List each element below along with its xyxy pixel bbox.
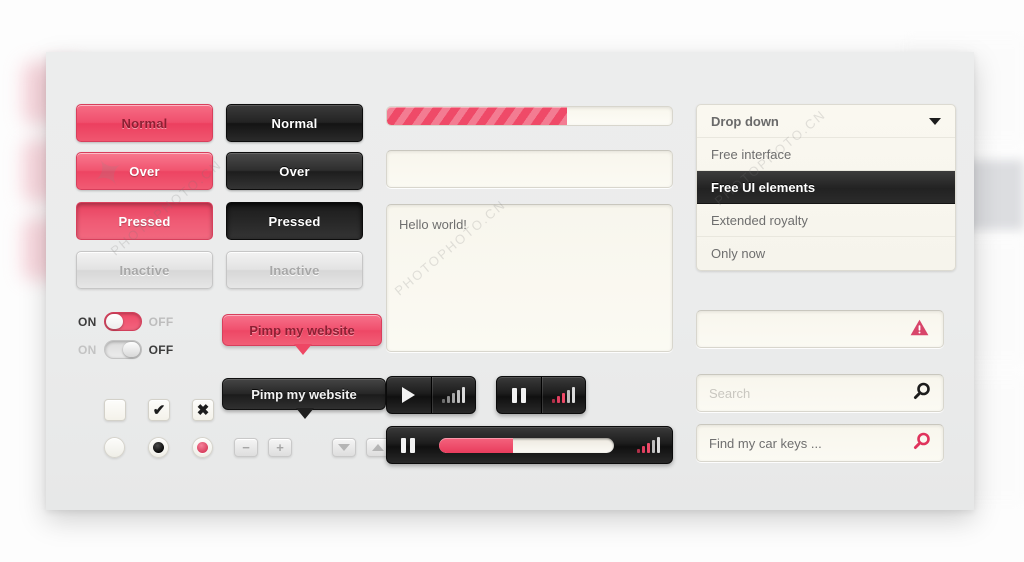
error-input[interactable]: [696, 310, 944, 348]
dropdown-header[interactable]: Drop down: [697, 105, 955, 138]
button-label: Inactive: [119, 262, 170, 278]
search-input[interactable]: Search: [696, 374, 944, 412]
play-button[interactable]: [387, 377, 431, 413]
checkbox-crossed[interactable]: ✖: [192, 399, 214, 421]
dropdown-item-label: Free UI elements: [711, 179, 816, 195]
equalizer-pink[interactable]: [541, 377, 585, 413]
inputs-column: Hello world!: [386, 52, 696, 510]
button-dark-normal[interactable]: Normal: [226, 104, 363, 142]
button-label: Inactive: [269, 262, 320, 278]
button-label: Over: [129, 163, 160, 179]
pause-icon: [511, 387, 526, 403]
player-track[interactable]: [439, 437, 614, 453]
magnifier-icon[interactable]: [912, 432, 931, 454]
toggle-switch-off[interactable]: [103, 340, 142, 359]
button-label: Normal: [271, 115, 318, 131]
warning-triangle-icon: [910, 319, 929, 339]
radio-pink[interactable]: [192, 437, 213, 458]
textarea[interactable]: Hello world!: [386, 204, 673, 352]
dropdown-item-free-interface[interactable]: Free interface: [697, 138, 955, 171]
toggle-off-label: OFF: [148, 314, 174, 329]
equalizer-pink[interactable]: [624, 427, 672, 463]
pause-icon: [401, 437, 415, 453]
tooltip-dark[interactable]: Pimp my website: [222, 378, 386, 419]
dropdown-item-label: Only now: [711, 246, 766, 261]
dropdown-item-only-now[interactable]: Only now: [697, 237, 955, 270]
radio-dot: [153, 442, 164, 453]
tooltip-pink[interactable]: Pimp my website: [222, 314, 382, 355]
find-input-value: Find my car keys ...: [709, 435, 822, 451]
player-track-fill: [439, 437, 513, 453]
dropdown-item-label: Free interface: [711, 146, 792, 162]
tooltip-label: Pimp my website: [249, 322, 355, 338]
dropdown-item-label: Extended royalty: [711, 212, 808, 228]
toggle-row-off: ON OFF: [78, 340, 174, 359]
spinner-down-button[interactable]: [332, 438, 356, 457]
dropdown-list: Drop down Free interface Free UI element…: [696, 104, 956, 271]
text-input[interactable]: [386, 150, 673, 188]
tooltip-tail: [296, 408, 314, 419]
equalizer-icon: [441, 387, 465, 403]
play-icon: [402, 387, 416, 403]
button-label: Pressed: [268, 213, 321, 229]
check-icon: ✔: [152, 402, 166, 419]
pause-button[interactable]: [387, 427, 429, 463]
pause-button[interactable]: [497, 377, 541, 413]
button-pink-pressed[interactable]: Pressed: [76, 202, 213, 240]
search-input-placeholder: Search: [709, 385, 751, 401]
player-wide: [386, 426, 673, 464]
equalizer-grey[interactable]: [431, 377, 475, 413]
player-pause: [496, 376, 586, 414]
find-input[interactable]: Find my car keys ...: [696, 424, 944, 462]
button-label: Pressed: [118, 213, 171, 229]
checkbox-checked[interactable]: ✔: [148, 399, 170, 421]
equalizer-icon: [636, 437, 660, 453]
buttons-column: Normal Over Pressed Inactive Normal Over…: [76, 52, 396, 510]
button-label: Over: [279, 163, 310, 179]
stepper-plus-button[interactable]: +: [268, 438, 292, 457]
equalizer-icon: [551, 387, 575, 403]
chevron-down-icon: [929, 117, 941, 125]
magnifier-icon[interactable]: [912, 382, 931, 404]
toggle-on-label: ON: [78, 342, 97, 357]
tooltip-tail: [294, 344, 312, 355]
dropdown-column: Drop down Free interface Free UI element…: [696, 52, 956, 510]
toggle-row-on: ON OFF: [78, 312, 174, 331]
toggle-on-label: ON: [78, 314, 97, 329]
button-dark-over[interactable]: Over: [226, 152, 363, 190]
textarea-value: Hello world!: [399, 217, 467, 232]
button-dark-pressed[interactable]: Pressed: [226, 202, 363, 240]
tooltip-label: Pimp my website: [251, 386, 357, 402]
button-pink-over[interactable]: Over: [76, 152, 213, 190]
stepper-minus-button[interactable]: −: [234, 438, 258, 457]
button-pink-normal[interactable]: Normal: [76, 104, 213, 142]
dropdown-header-label: Drop down: [711, 113, 779, 129]
player-play: [386, 376, 476, 414]
toggle-knob: [105, 314, 123, 329]
radio-black[interactable]: [148, 437, 169, 458]
dropdown-item-free-ui-elements[interactable]: Free UI elements: [697, 171, 955, 204]
toggle-switch-on[interactable]: [103, 312, 142, 331]
toggle-knob: [122, 342, 140, 357]
button-dark-inactive: Inactive: [226, 251, 363, 289]
checkbox-empty[interactable]: [104, 399, 126, 421]
dropdown-item-extended-royalty[interactable]: Extended royalty: [697, 204, 955, 237]
ui-kit-panel: Normal Over Pressed Inactive Normal Over…: [46, 52, 974, 510]
button-pink-inactive: Inactive: [76, 251, 213, 289]
cross-icon: ✖: [196, 402, 210, 419]
toggle-off-label: OFF: [148, 342, 174, 357]
progress-bar: [386, 106, 673, 126]
chevron-up-icon: [372, 444, 384, 451]
stepper-label: +: [276, 440, 284, 455]
chevron-down-icon: [338, 444, 350, 451]
radio-empty[interactable]: [104, 437, 125, 458]
progress-fill: [387, 107, 567, 125]
stepper-label: −: [242, 440, 250, 455]
radio-dot: [197, 442, 208, 453]
button-label: Normal: [121, 115, 168, 131]
